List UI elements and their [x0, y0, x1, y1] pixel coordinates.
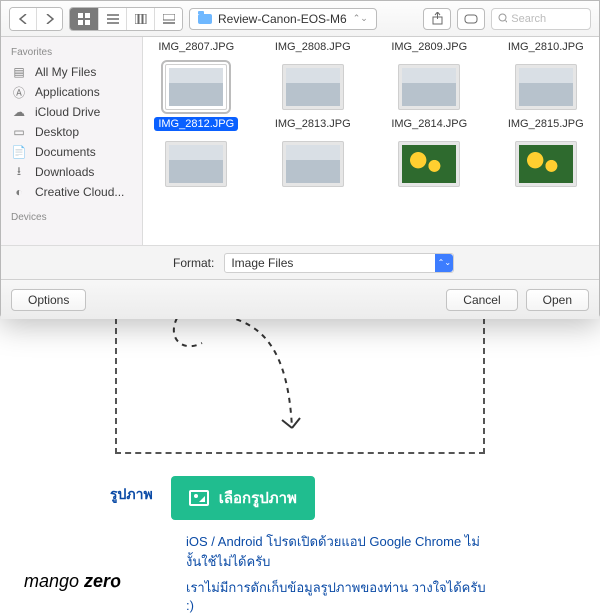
- upload-dropzone[interactable]: [115, 318, 485, 454]
- toolbar: Review-Canon-EOS-M6 ⌃⌄: [1, 1, 599, 37]
- desktop-icon: ▭: [11, 125, 27, 139]
- format-bar: Format: Image Files ⌃⌄: [1, 245, 599, 279]
- share-button[interactable]: [423, 8, 451, 30]
- sidebar-heading-favorites: Favorites: [1, 43, 142, 62]
- view-icons-button[interactable]: [70, 8, 98, 30]
- search-icon: [498, 13, 507, 24]
- view-gallery-button[interactable]: [154, 8, 182, 30]
- cancel-button[interactable]: Cancel: [446, 289, 517, 311]
- upload-hint-1: iOS / Android โปรดเปิดด้วยแอป Google Chr…: [186, 532, 490, 571]
- sidebar-item-creative-cloud[interactable]: ◐ Creative Cloud...: [1, 182, 142, 202]
- chevron-updown-icon: ⌃⌄: [435, 254, 453, 272]
- tag-icon: [464, 14, 478, 24]
- creative-cloud-icon: ◐: [11, 185, 27, 199]
- file-picker-dialog: Review-Canon-EOS-M6 ⌃⌄ Favorites ▤ All My…: [0, 0, 600, 318]
- sidebar-item-downloads[interactable]: ⭳ Downloads: [1, 162, 142, 182]
- file-item[interactable]: IMG_2813.JPG: [270, 54, 357, 131]
- file-name: IMG_2814.JPG: [387, 117, 471, 131]
- search-field[interactable]: [491, 8, 591, 30]
- file-item[interactable]: IMG_2810.JPG: [503, 37, 590, 54]
- file-item[interactable]: IMG_2807.JPG: [153, 37, 240, 54]
- select-image-button-label: เลือกรูปภาพ: [219, 486, 297, 510]
- view-list-button[interactable]: [98, 8, 126, 30]
- brand-logo: mango zero: [24, 571, 121, 592]
- sidebar-item-icloud[interactable]: ☁ iCloud Drive: [1, 102, 142, 122]
- sidebar-item-label: Documents: [35, 145, 96, 159]
- sidebar-item-desktop[interactable]: ▭ Desktop: [1, 122, 142, 142]
- file-item-selected[interactable]: IMG_2812.JPG: [153, 54, 240, 131]
- search-input[interactable]: [511, 13, 584, 25]
- folder-icon: [198, 14, 212, 24]
- grid-icon: [78, 13, 90, 25]
- select-image-button[interactable]: เลือกรูปภาพ: [171, 476, 315, 520]
- file-item[interactable]: IMG_2808.JPG: [270, 37, 357, 54]
- sidebar-item-label: iCloud Drive: [35, 105, 100, 119]
- sidebar-item-label: Desktop: [35, 125, 79, 139]
- file-name: IMG_2809.JPG: [387, 40, 471, 54]
- gallery-icon: [163, 14, 175, 24]
- tags-button[interactable]: [457, 8, 485, 30]
- all-files-icon: ▤: [11, 65, 27, 79]
- file-name: IMG_2808.JPG: [271, 40, 355, 54]
- sidebar-item-label: Applications: [35, 85, 100, 99]
- chevron-left-icon: [19, 14, 28, 24]
- file-item[interactable]: [386, 131, 473, 193]
- file-grid: IMG_2807.JPG IMG_2808.JPG IMG_2809.JPG I…: [143, 37, 599, 245]
- file-name: IMG_2812.JPG: [154, 117, 238, 131]
- downloads-icon: ⭳: [11, 165, 27, 179]
- share-icon: [432, 12, 443, 25]
- file-name: IMG_2813.JPG: [271, 117, 355, 131]
- apps-icon: Ⓐ: [11, 85, 27, 99]
- sidebar-item-label: Creative Cloud...: [35, 185, 124, 199]
- arrow-illustration: [157, 308, 357, 458]
- icloud-icon: ☁: [11, 105, 27, 119]
- folder-name: Review-Canon-EOS-M6: [218, 12, 347, 26]
- sidebar: Favorites ▤ All My Files Ⓐ Applications ☁ i…: [1, 37, 143, 245]
- file-item[interactable]: [270, 131, 357, 193]
- view-columns-button[interactable]: [126, 8, 154, 30]
- columns-icon: [135, 14, 147, 24]
- nav-back-button[interactable]: [10, 8, 36, 30]
- upload-hint-2: เราไม่มีการดักเก็บข้อมูลรูปภาพของท่าน วา…: [186, 577, 490, 613]
- file-item[interactable]: IMG_2809.JPG: [386, 37, 473, 54]
- documents-icon: 📄: [11, 145, 27, 159]
- file-name: IMG_2807.JPG: [154, 40, 238, 54]
- sidebar-item-label: Downloads: [35, 165, 94, 179]
- sidebar-item-applications[interactable]: Ⓐ Applications: [1, 82, 142, 102]
- chevron-right-icon: [45, 14, 54, 24]
- image-icon: [189, 490, 209, 506]
- file-name: IMG_2815.JPG: [504, 117, 588, 131]
- open-button[interactable]: Open: [526, 289, 589, 311]
- folder-dropdown[interactable]: Review-Canon-EOS-M6 ⌃⌄: [189, 8, 377, 30]
- sidebar-heading-devices: Devices: [1, 208, 142, 227]
- file-name: IMG_2810.JPG: [504, 40, 588, 54]
- options-button[interactable]: Options: [11, 289, 86, 311]
- dialog-footer: Options Cancel Open: [1, 279, 599, 319]
- sidebar-item-label: All My Files: [35, 65, 96, 79]
- sidebar-item-all-files[interactable]: ▤ All My Files: [1, 62, 142, 82]
- file-item[interactable]: IMG_2815.JPG: [503, 54, 590, 131]
- file-item[interactable]: [153, 131, 240, 193]
- list-icon: [107, 14, 119, 24]
- nav-forward-button[interactable]: [36, 8, 62, 30]
- file-item[interactable]: IMG_2814.JPG: [386, 54, 473, 131]
- file-item[interactable]: [503, 131, 590, 193]
- format-select[interactable]: Image Files ⌃⌄: [224, 253, 454, 273]
- format-label: Format:: [173, 256, 214, 270]
- format-value: Image Files: [231, 256, 293, 270]
- sidebar-item-documents[interactable]: 📄 Documents: [1, 142, 142, 162]
- upload-label: รูปภาพ: [110, 484, 153, 506]
- chevron-updown-icon: ⌃⌄: [353, 13, 368, 24]
